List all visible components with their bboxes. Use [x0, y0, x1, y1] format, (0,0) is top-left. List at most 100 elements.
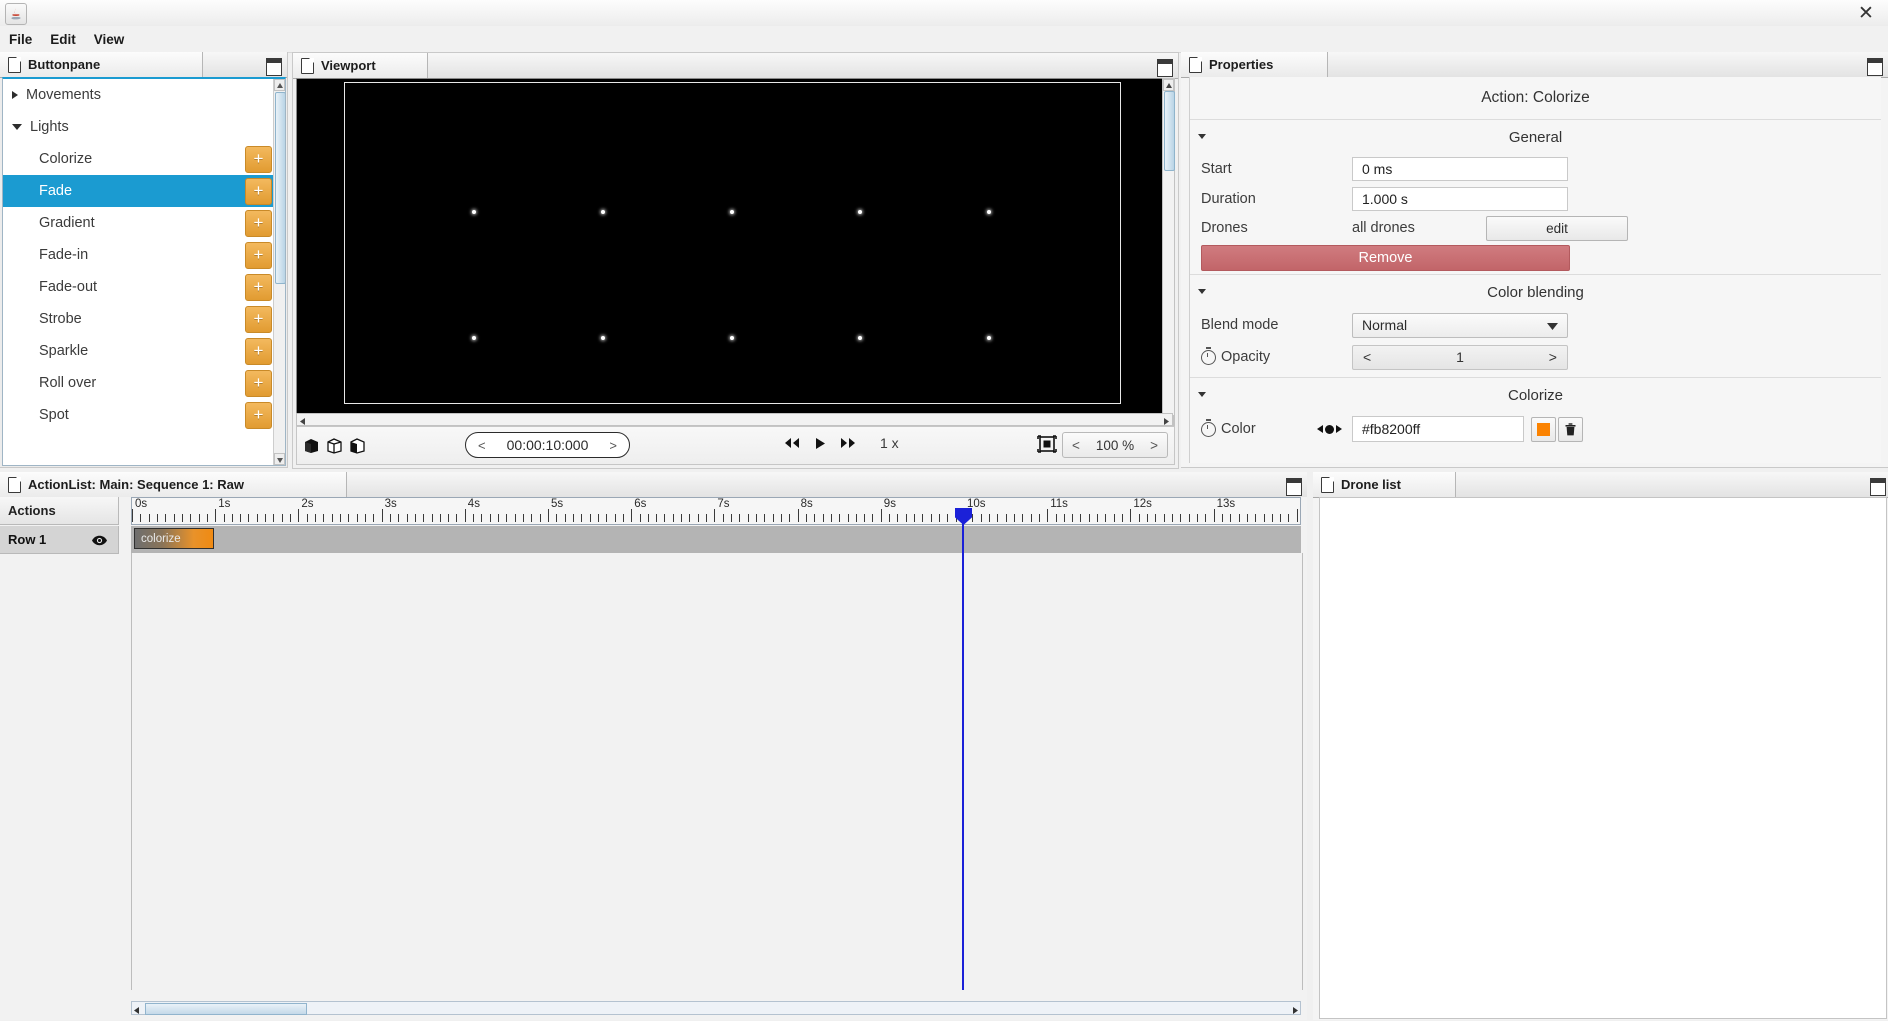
- category-movements[interactable]: Movements: [3, 79, 274, 111]
- tab-buttonpane[interactable]: Buttonpane: [0, 52, 203, 77]
- ruler-tick: [847, 514, 849, 522]
- viewport-horizontal-scrollbar[interactable]: [296, 413, 1173, 426]
- chevron-down-icon[interactable]: [1198, 289, 1206, 294]
- timeline-horizontal-scrollbar[interactable]: [131, 1001, 1301, 1015]
- scroll-up-arrow-icon[interactable]: [1163, 79, 1174, 91]
- chevron-down-icon[interactable]: [1198, 134, 1206, 139]
- timeline-clip-colorize[interactable]: colorize: [134, 528, 214, 549]
- action-item-roll-over[interactable]: Roll over +: [3, 367, 274, 399]
- timeline-ruler[interactable]: 0s 1s 2s 3s 4s 5s 6s 7s 8s 9s 10s 11s 12s 13s: [131, 497, 1301, 525]
- opacity-decrement-button[interactable]: <: [1363, 349, 1371, 365]
- properties-minimize-icon[interactable]: [1867, 58, 1883, 76]
- buttonpane-minimize-icon[interactable]: [266, 58, 282, 76]
- ruler-tick: [223, 514, 225, 522]
- keyframe-navigator[interactable]: [1317, 424, 1342, 434]
- add-action-button[interactable]: +: [245, 242, 272, 269]
- prev-keyframe-icon[interactable]: [1317, 425, 1323, 433]
- keyframe-dot-icon[interactable]: [1325, 424, 1334, 434]
- dronelist-content[interactable]: [1319, 497, 1887, 1019]
- fast-forward-icon[interactable]: [840, 437, 856, 449]
- scrollbar-thumb[interactable]: [275, 92, 285, 284]
- timeline-scroll-left-icon[interactable]: [131, 1004, 143, 1015]
- viewport-zoom-control[interactable]: < 100 % >: [1062, 432, 1168, 458]
- opacity-stepper[interactable]: < 1 >: [1352, 344, 1568, 370]
- ruler-tick: [1105, 514, 1107, 522]
- tab-viewport[interactable]: Viewport: [293, 53, 428, 78]
- add-action-button[interactable]: +: [245, 370, 272, 397]
- zoom-in-button[interactable]: >: [1150, 438, 1158, 453]
- action-item-fade-in[interactable]: Fade-in +: [3, 239, 274, 271]
- viewport-minimize-icon[interactable]: [1157, 59, 1173, 77]
- scroll-up-arrow-icon[interactable]: [274, 79, 285, 91]
- view-wireframe-icon[interactable]: [326, 437, 343, 454]
- duration-input[interactable]: 1.000 s: [1352, 187, 1568, 211]
- section-color-blending-header[interactable]: Color blending: [1190, 274, 1881, 309]
- timeline-scroll-right-icon[interactable]: [1289, 1004, 1301, 1015]
- menu-file[interactable]: File: [0, 29, 41, 50]
- action-item-gradient[interactable]: Gradient +: [3, 207, 274, 239]
- start-input[interactable]: 0 ms: [1352, 157, 1568, 181]
- row-start: Start 0 ms: [1190, 154, 1881, 184]
- add-action-button[interactable]: +: [245, 146, 272, 173]
- actionlist-minimize-icon[interactable]: [1286, 478, 1302, 496]
- action-item-strobe[interactable]: Strobe +: [3, 303, 274, 335]
- action-item-spot[interactable]: Spot +: [3, 399, 274, 431]
- play-icon[interactable]: [814, 437, 826, 450]
- timeline-canvas[interactable]: [131, 553, 1303, 990]
- add-action-button[interactable]: +: [245, 338, 272, 365]
- tab-properties[interactable]: Properties: [1181, 52, 1328, 77]
- close-icon[interactable]: ✕: [1854, 2, 1878, 24]
- fit-to-view-icon[interactable]: [1037, 435, 1057, 453]
- timeline-track[interactable]: colorize: [131, 526, 1301, 554]
- eye-icon[interactable]: [91, 534, 108, 546]
- chevron-right-icon: [12, 91, 18, 99]
- scroll-right-arrow-icon[interactable]: [1160, 414, 1172, 425]
- viewport-canvas[interactable]: [296, 78, 1175, 430]
- chevron-down-icon[interactable]: [1198, 392, 1206, 397]
- action-item-fade-out[interactable]: Fade-out +: [3, 271, 274, 303]
- tab-dronelist[interactable]: Drone list: [1313, 472, 1456, 497]
- scrollbar-thumb[interactable]: [145, 1003, 307, 1015]
- menu-view[interactable]: View: [85, 29, 134, 50]
- color-swatch-button[interactable]: [1531, 416, 1556, 442]
- action-item-sparkle[interactable]: Sparkle +: [3, 335, 274, 367]
- remove-button[interactable]: Remove: [1201, 245, 1570, 271]
- viewport-time-field[interactable]: < 00:00:10:000 >: [465, 432, 630, 458]
- scroll-down-arrow-icon[interactable]: [274, 453, 285, 465]
- menu-edit[interactable]: Edit: [41, 29, 85, 50]
- section-colorize-header[interactable]: Colorize: [1190, 377, 1881, 412]
- scrollbar-thumb[interactable]: [1164, 91, 1175, 171]
- action-item-fade[interactable]: Fade +: [3, 175, 274, 207]
- track-row-header[interactable]: Row 1: [0, 526, 119, 554]
- ruler-label: 13s: [1216, 498, 1236, 510]
- color-hex-input[interactable]: #fb8200ff: [1352, 416, 1524, 442]
- drones-edit-button[interactable]: edit: [1486, 215, 1628, 241]
- view-solid-icon[interactable]: [303, 437, 320, 454]
- scroll-left-arrow-icon[interactable]: [297, 414, 309, 425]
- time-prev-button[interactable]: <: [478, 438, 486, 453]
- zoom-out-button[interactable]: <: [1072, 438, 1080, 453]
- blend-mode-value: Normal: [1362, 317, 1408, 333]
- tab-actionlist[interactable]: ActionList: Main: Sequence 1: Raw: [0, 472, 347, 497]
- add-action-button[interactable]: +: [245, 274, 272, 301]
- dronelist-panel: Drone list: [1313, 472, 1888, 1020]
- ruler-tick: [1280, 514, 1282, 522]
- add-action-button[interactable]: +: [245, 306, 272, 333]
- next-keyframe-icon[interactable]: [1336, 425, 1342, 433]
- rewind-icon[interactable]: [784, 437, 800, 449]
- dronelist-minimize-icon[interactable]: [1870, 478, 1886, 496]
- blend-mode-select[interactable]: Normal: [1352, 312, 1568, 338]
- ruler-tick: [1088, 514, 1090, 522]
- section-general-header[interactable]: General: [1190, 120, 1881, 154]
- action-item-colorize[interactable]: Colorize +: [3, 143, 274, 175]
- opacity-increment-button[interactable]: >: [1549, 349, 1557, 365]
- time-next-button[interactable]: >: [609, 438, 617, 453]
- viewport-vertical-scrollbar[interactable]: [1162, 78, 1175, 428]
- add-action-button[interactable]: +: [245, 402, 272, 429]
- buttonpane-scrollbar[interactable]: [273, 79, 285, 465]
- category-lights[interactable]: Lights: [3, 111, 274, 143]
- clear-color-button[interactable]: [1558, 416, 1583, 442]
- add-action-button[interactable]: +: [245, 178, 272, 205]
- add-action-button[interactable]: +: [245, 210, 272, 237]
- view-shaded-icon[interactable]: [349, 437, 366, 454]
